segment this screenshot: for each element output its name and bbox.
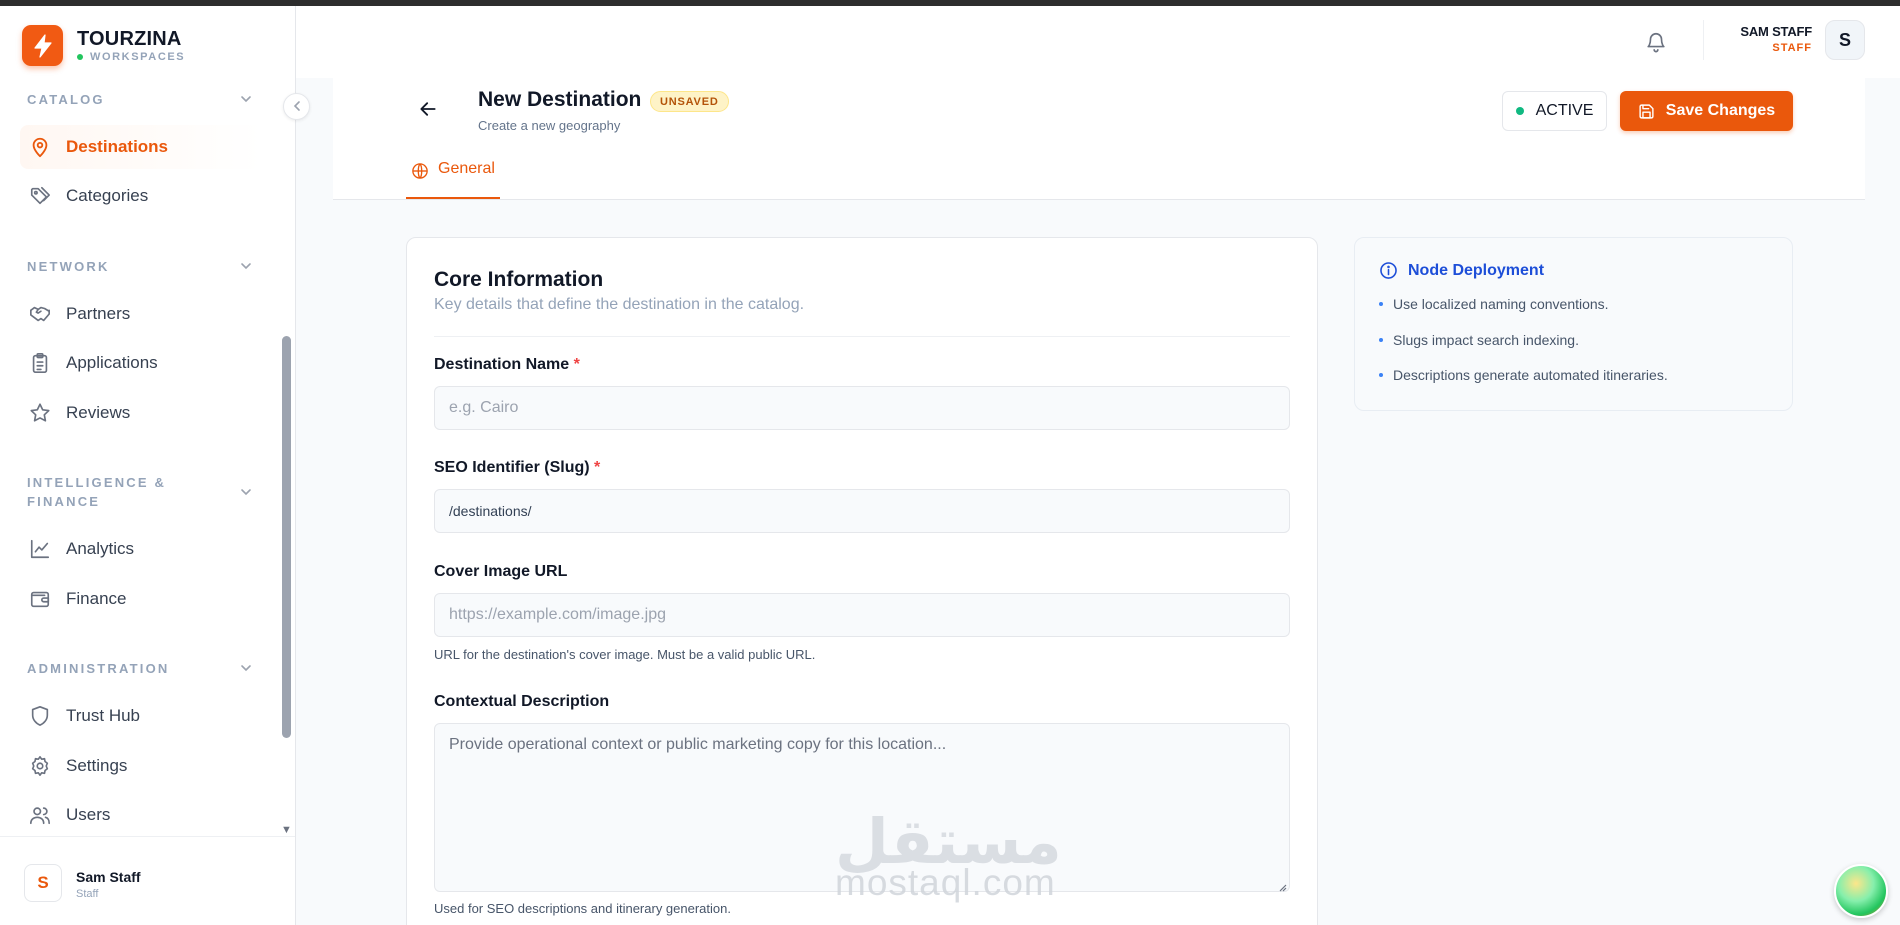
brand-name: TOURZINA [77, 28, 182, 50]
header-user-name[interactable]: SAM STAFF [1736, 24, 1812, 39]
scroll-down-arrow-icon[interactable]: ▼ [281, 824, 292, 836]
sidebar-item-finance[interactable]: Finance [20, 577, 262, 621]
destination-name-input[interactable] [434, 386, 1290, 430]
cover-image-url-input[interactable] [434, 593, 1290, 637]
avatar: S [24, 864, 62, 902]
section-catalog[interactable]: CATALOG [27, 90, 252, 109]
shield-icon [28, 704, 52, 728]
bullet-icon [1379, 338, 1383, 342]
required-marker: * [594, 459, 601, 476]
header-user-role: STAFF [1772, 42, 1812, 54]
chevron-down-icon [240, 483, 252, 502]
bell-icon[interactable] [1645, 30, 1667, 59]
card-title: Core Information [434, 268, 604, 291]
sidebar-item-reviews[interactable]: Reviews [20, 391, 262, 435]
slug-label: SEO Identifier (Slug) * [434, 459, 601, 476]
chevron-down-icon [240, 659, 252, 678]
sidebar-item-destinations[interactable]: Destinations [20, 125, 262, 169]
cover-image-label: Cover Image URL [434, 563, 568, 580]
sidebar-item-applications[interactable]: Applications [20, 341, 262, 385]
map-pin-icon [28, 135, 52, 159]
sidebar-nav: CATALOG Destinations Categories NETWORK … [0, 80, 280, 842]
sidebar-item-partners[interactable]: Partners [20, 292, 262, 336]
gear-icon [28, 754, 52, 778]
sidebar-scrollbar-thumb[interactable] [282, 336, 291, 738]
sidebar-item-categories[interactable]: Categories [20, 174, 262, 218]
floating-chat-avatar[interactable] [1834, 864, 1888, 918]
header-avatar[interactable]: S [1825, 20, 1865, 60]
card-divider [434, 336, 1290, 337]
resize-handle-icon[interactable] [1277, 879, 1287, 892]
status-toggle-button[interactable]: ACTIVE [1502, 91, 1607, 131]
sidebar-user-profile[interactable]: S Sam Staff Staff [0, 836, 295, 919]
tags-icon [28, 184, 52, 208]
clipboard-list-icon [28, 351, 52, 375]
arrow-left-icon [418, 99, 438, 124]
page-title: New Destination [478, 88, 642, 111]
collapse-sidebar-button[interactable] [283, 93, 310, 120]
required-marker: * [573, 356, 580, 373]
online-dot [77, 54, 83, 60]
unsaved-badge: UNSAVED [650, 91, 729, 112]
card-subtitle: Key details that define the destination … [434, 296, 805, 313]
globe-icon [411, 162, 429, 180]
section-network[interactable]: NETWORK [27, 257, 252, 276]
profile-name: Sam Staff [76, 869, 141, 885]
star-icon [28, 401, 52, 425]
lightning-icon [22, 25, 63, 66]
handshake-icon [28, 302, 52, 326]
header-divider [1703, 20, 1704, 60]
description-help: Used for SEO descriptions and itinerary … [434, 901, 731, 916]
sidebar-item-settings[interactable]: Settings [20, 744, 262, 788]
save-changes-button[interactable]: Save Changes [1620, 91, 1793, 131]
watermark-latin: mostaql.com [835, 862, 1056, 903]
info-list-item: Use localized naming conventions. [1379, 296, 1609, 312]
brand[interactable]: TOURZINA WORKSPACES [22, 25, 185, 66]
info-icon [1379, 261, 1398, 280]
bullet-icon [1379, 373, 1383, 377]
sidebar-item-users[interactable]: Users [20, 793, 262, 837]
info-list-item: Slugs impact search indexing. [1379, 332, 1579, 348]
chevron-down-icon [240, 257, 252, 276]
back-button[interactable] [415, 98, 441, 124]
wallet-icon [28, 587, 52, 611]
section-administration[interactable]: ADMINISTRATION [27, 659, 252, 678]
chevron-left-icon [292, 99, 302, 115]
tab-general[interactable]: General [406, 160, 500, 199]
cover-image-help: URL for the destination's cover image. M… [434, 647, 816, 662]
slug-input[interactable] [434, 489, 1290, 533]
sidebar-item-analytics[interactable]: Analytics [20, 527, 262, 571]
destination-name-label: Destination Name * [434, 356, 580, 373]
save-icon [1638, 103, 1655, 120]
description-label: Contextual Description [434, 693, 610, 710]
profile-role: Staff [76, 888, 99, 900]
status-dot-icon [1515, 107, 1524, 115]
sidebar-item-trust-hub[interactable]: Trust Hub [20, 694, 262, 738]
users-icon [28, 803, 52, 827]
line-chart-icon [28, 537, 52, 561]
section-intelligence-finance[interactable]: INTELLIGENCE & FINANCE [27, 473, 252, 511]
info-list-item: Descriptions generate automated itinerar… [1379, 367, 1668, 383]
brand-subtitle: WORKSPACES [77, 51, 185, 63]
chevron-down-icon [240, 90, 252, 109]
info-title: Node Deployment [1379, 261, 1544, 280]
page-subtitle: Create a new geography [478, 118, 621, 133]
bullet-icon [1379, 302, 1383, 306]
